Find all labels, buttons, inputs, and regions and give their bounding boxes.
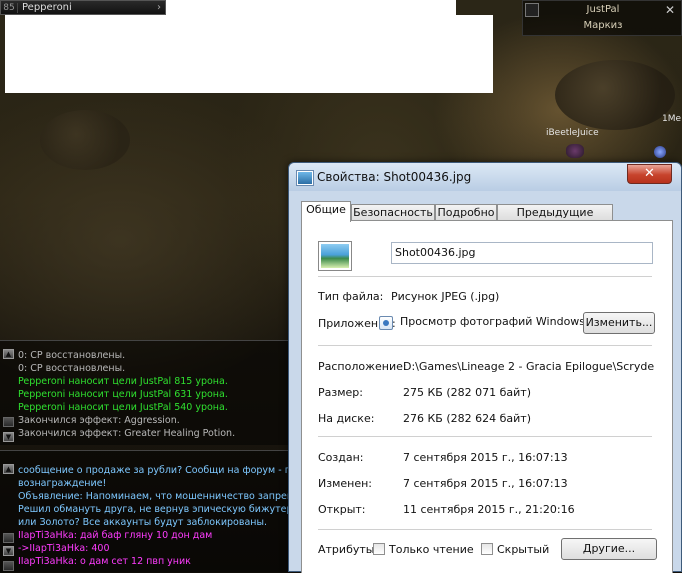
scroll-up-icon[interactable]: ▲ — [3, 464, 14, 474]
readonly-label[interactable]: Только чтение — [389, 543, 474, 556]
app-value: Просмотр фотографий Windows — [400, 315, 586, 328]
npc-name-label[interactable]: 1Me — [662, 114, 681, 124]
hidden-checkbox[interactable] — [481, 543, 493, 555]
party-member-level: 85 — [1, 2, 18, 13]
system-message-window: ▲ ▼ 0: CP восстановлены. 0: CP восстанов… — [0, 340, 290, 445]
chat-line: вознаграждение! — [18, 478, 107, 489]
opened-label: Открыт: — [318, 503, 366, 516]
target-window[interactable]: JustPal Маркиз ✕ — [522, 0, 682, 36]
scroll-down-icon[interactable]: ▼ — [3, 432, 14, 442]
size-value: 275 КБ (282 071 байт) — [403, 386, 531, 399]
chat-line: сообщение о продаже за рубли? Сообщи на … — [18, 465, 309, 476]
scroll-thumb[interactable] — [3, 417, 14, 427]
party-member-name: Pepperoni — [22, 2, 72, 13]
divider — [318, 436, 652, 437]
file-type-label: Тип файла: — [318, 290, 384, 303]
chat-line: Объявление: Напоминаем, что мошенничеств… — [18, 491, 308, 502]
divider — [318, 529, 652, 530]
tab-details[interactable]: Подробно — [435, 204, 497, 221]
log-line: Закончился эффект: Greater Healing Potio… — [18, 428, 236, 439]
player-character[interactable] — [654, 146, 666, 158]
chat-line: IIapTi3aHka: дай баф гляну 10 дон дам — [18, 530, 213, 541]
disk-size-value: 276 КБ (282 624 байт) — [403, 412, 531, 425]
chat-line: Решил обмануть друга, не вернув эпическу… — [18, 504, 307, 515]
tab-security[interactable]: Безопасность — [351, 204, 435, 221]
readonly-checkbox[interactable] — [373, 543, 385, 555]
obscured-area — [5, 15, 493, 93]
game-rock — [555, 60, 675, 130]
opened-value: 11 сентября 2015 г., 21:20:16 — [403, 503, 575, 516]
hidden-label[interactable]: Скрытый — [497, 543, 549, 556]
game-rock — [40, 110, 130, 170]
log-line: 0: CP восстановлены. — [18, 363, 126, 374]
log-line: 0: CP восстановлены. — [18, 350, 126, 361]
scroll-down-icon[interactable]: ▼ — [3, 546, 14, 556]
modified-value: 7 сентября 2015 г., 16:07:13 — [403, 477, 568, 490]
created-label: Создан: — [318, 451, 364, 464]
target-name: JustPal — [586, 4, 620, 15]
scroll-thumb[interactable] — [3, 533, 14, 543]
chat-line: ->IIapTi3aHka: 400 — [18, 543, 110, 554]
properties-dialog: Свойства: Shot00436.jpg ✕ Общие Безопасн… — [288, 162, 682, 573]
scroll-up-icon[interactable]: ▲ — [3, 349, 14, 359]
chevron-right-icon[interactable]: › — [153, 2, 165, 13]
player-character[interactable] — [566, 144, 584, 158]
chat-window: ▲ ▼ сообщение о продаже за рубли? Сообщи… — [0, 450, 308, 573]
target-title: Маркиз — [583, 20, 623, 31]
dialog-title-bar[interactable]: Свойства: Shot00436.jpg ✕ — [289, 163, 681, 191]
tab-general[interactable]: Общие — [301, 201, 351, 222]
chat-line: IIapTi3aHka: о дам сет 12 пвп уник — [18, 556, 191, 567]
log-line: Закончился эффект: Aggression. — [18, 415, 180, 426]
tab-previous-versions[interactable]: Предыдущие версии — [497, 204, 613, 234]
file-type-value: Рисунок JPEG (.jpg) — [391, 290, 500, 303]
close-button[interactable]: ✕ — [627, 164, 672, 184]
image-file-icon — [297, 171, 313, 185]
party-member-bar[interactable]: 85 Pepperoni › — [0, 0, 166, 15]
attributes-label: Атрибуты: — [318, 543, 379, 556]
created-value: 7 сентября 2015 г., 16:07:13 — [403, 451, 568, 464]
size-label: Размер: — [318, 386, 363, 399]
npc-name-label[interactable]: iBeetleJuice — [546, 128, 599, 138]
log-line: Pepperoni наносит цели JustPal 815 урона… — [18, 376, 228, 387]
advanced-button[interactable]: Другие... — [561, 538, 657, 560]
location-value: D:\Games\Lineage 2 - Gracia Epilogue\Scr… — [403, 360, 655, 373]
photo-viewer-icon — [379, 316, 393, 330]
image-thumbnail-icon — [319, 242, 351, 270]
chat-line: или Золото? Все аккаунты будут заблокиро… — [18, 517, 267, 528]
obscured-area — [166, 0, 456, 16]
change-button[interactable]: Изменить... — [583, 312, 655, 334]
chat-tab-button[interactable] — [3, 561, 14, 571]
divider — [318, 345, 652, 346]
log-line: Pepperoni наносит цели JustPal 631 урона… — [18, 389, 228, 400]
divider — [318, 276, 652, 277]
general-tab-panel: Shot00436.jpg Тип файла: Рисунок JPEG (.… — [301, 220, 673, 573]
disk-size-label: На диске: — [318, 412, 375, 425]
dialog-title: Свойства: Shot00436.jpg — [317, 170, 472, 184]
filename-field[interactable]: Shot00436.jpg — [391, 242, 653, 264]
location-label: Расположение: — [318, 360, 407, 373]
modified-label: Изменен: — [318, 477, 373, 490]
close-icon[interactable]: ✕ — [665, 3, 675, 17]
log-line: Pepperoni наносит цели JustPal 540 урона… — [18, 402, 228, 413]
